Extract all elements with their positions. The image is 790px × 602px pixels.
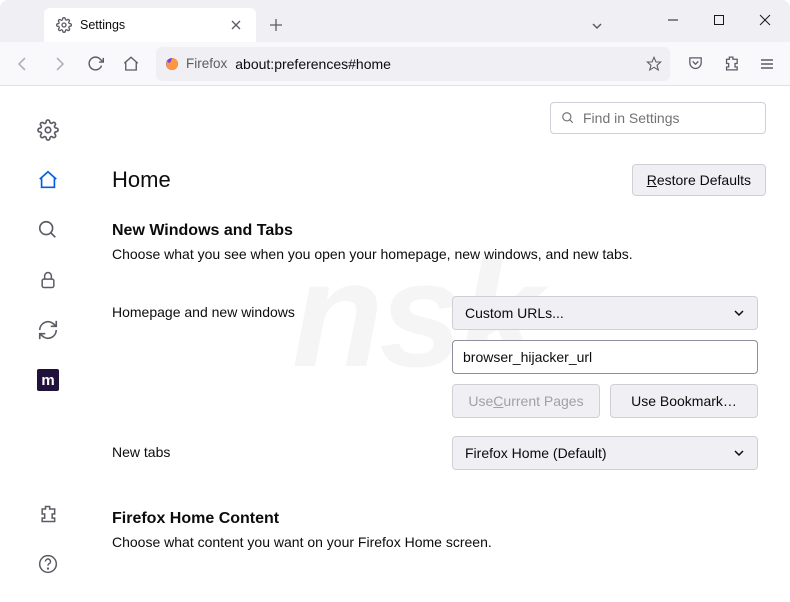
select-value: Custom URLs... <box>465 305 564 321</box>
chevron-down-icon <box>733 307 745 319</box>
sidebar-help[interactable] <box>28 544 68 584</box>
bookmark-star-icon[interactable] <box>646 56 662 72</box>
new-tab-button[interactable] <box>262 11 290 39</box>
close-icon[interactable] <box>226 15 246 35</box>
browser-tab[interactable]: Settings <box>44 8 256 42</box>
use-bookmark-button[interactable]: Use Bookmark… <box>610 384 758 418</box>
sidebar-more-mozilla[interactable]: m <box>28 360 68 400</box>
tab-title: Settings <box>80 18 125 32</box>
tab-list-button[interactable] <box>574 10 620 42</box>
find-in-settings[interactable]: Find in Settings <box>550 102 766 134</box>
sidebar-privacy[interactable] <box>28 260 68 300</box>
gear-icon <box>56 17 72 33</box>
section-windows-tabs-title: New Windows and Tabs <box>112 222 766 240</box>
newtabs-select[interactable]: Firefox Home (Default) <box>452 436 758 470</box>
select-value: Firefox Home (Default) <box>465 445 607 461</box>
forward-button[interactable] <box>42 47 76 81</box>
homepage-label: Homepage and new windows <box>112 296 452 320</box>
reload-button[interactable] <box>78 47 112 81</box>
sidebar-sync[interactable] <box>28 310 68 350</box>
sidebar-addons[interactable] <box>28 494 68 534</box>
section-windows-tabs-desc: Choose what you see when you open your h… <box>112 246 766 262</box>
window-close-button[interactable] <box>742 4 788 36</box>
find-placeholder: Find in Settings <box>583 110 680 126</box>
firefox-icon <box>164 56 180 72</box>
section-home-content-title: Firefox Home Content <box>112 510 766 528</box>
home-button[interactable] <box>114 47 148 81</box>
restore-defaults-button[interactable]: Restore Defaults <box>632 164 766 196</box>
homepage-mode-select[interactable]: Custom URLs... <box>452 296 758 330</box>
sidebar-general[interactable] <box>28 110 68 150</box>
sidebar-search[interactable] <box>28 210 68 250</box>
minimize-button[interactable] <box>650 4 696 36</box>
url-bar[interactable]: Firefox about:preferences#home <box>156 47 670 81</box>
homepage-url-input[interactable] <box>452 340 758 374</box>
app-menu-button[interactable] <box>750 47 784 81</box>
url-text: about:preferences#home <box>235 56 391 72</box>
pocket-button[interactable] <box>678 47 712 81</box>
extensions-button[interactable] <box>714 47 748 81</box>
use-current-pages-button[interactable]: Use Current Pages <box>452 384 600 418</box>
section-home-content-desc: Choose what content you want on your Fir… <box>112 534 766 550</box>
back-button[interactable] <box>6 47 40 81</box>
page-title: Home <box>112 167 171 193</box>
maximize-button[interactable] <box>696 4 742 36</box>
chevron-down-icon <box>733 447 745 459</box>
identity-label: Firefox <box>186 56 227 71</box>
sidebar-home[interactable] <box>28 160 68 200</box>
newtabs-label: New tabs <box>112 436 452 460</box>
